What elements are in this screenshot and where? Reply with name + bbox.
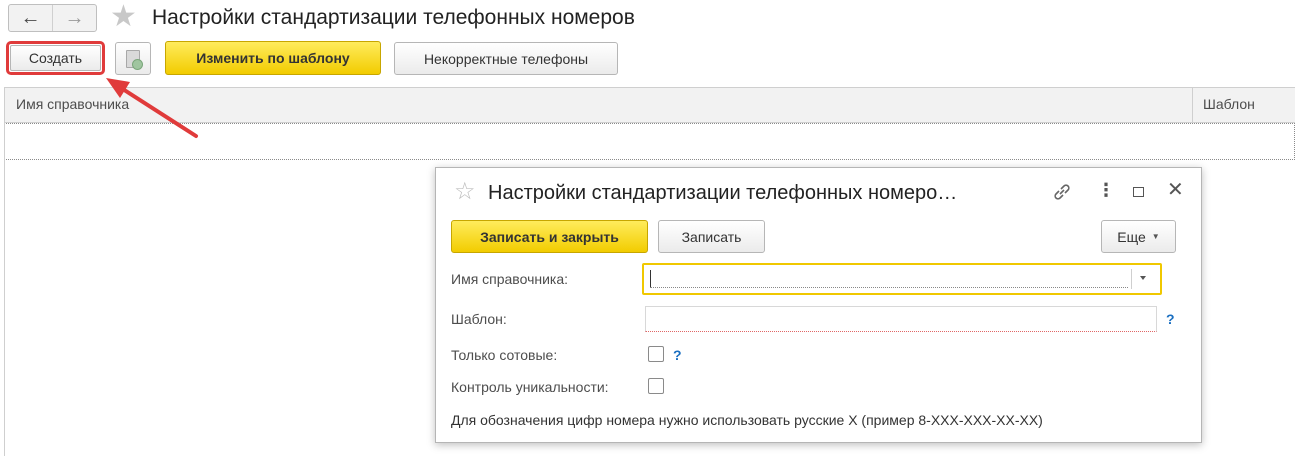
incorrect-phones-button[interactable]: Некорректные телефоны — [394, 42, 618, 75]
back-arrow-icon[interactable]: ← — [9, 5, 52, 31]
column-divider — [1192, 88, 1193, 123]
format-note: Для обозначения цифр номера нужно исполь… — [451, 412, 1043, 428]
copy-document-icon — [126, 49, 143, 70]
more-button-label: Еще — [1117, 228, 1146, 245]
uniqueness-label: Контроль уникальности: — [451, 379, 609, 395]
column-header-template[interactable]: Шаблон — [1203, 96, 1255, 112]
save-button[interactable]: Записать — [658, 220, 765, 253]
template-input[interactable] — [645, 306, 1157, 332]
page-title: Настройки стандартизации телефонных номе… — [152, 6, 635, 29]
save-and-close-button[interactable]: Записать и закрыть — [451, 220, 648, 253]
text-caret — [650, 270, 651, 287]
only-mobile-checkbox[interactable] — [648, 346, 664, 362]
chevron-down-icon: ▼ — [1151, 232, 1160, 241]
link-icon[interactable] — [1052, 183, 1072, 201]
dialog-favorite-star-icon[interactable]: ☆ — [454, 180, 476, 204]
dropdown-arrow-icon[interactable] — [1140, 276, 1146, 280]
nav-button-group: ← → — [8, 4, 97, 32]
template-label: Шаблон: — [451, 311, 507, 327]
annotation-arrow-icon — [106, 78, 198, 138]
uniqueness-checkbox[interactable] — [648, 378, 664, 394]
dropdown-separator — [1131, 269, 1132, 289]
settings-dialog — [435, 167, 1202, 443]
only-mobile-label: Только сотовые: — [451, 347, 558, 363]
create-button[interactable]: Создать — [10, 45, 101, 71]
favorite-star-icon[interactable]: ★ — [110, 2, 137, 32]
close-icon[interactable]: ✕ — [1167, 180, 1184, 200]
maximize-icon[interactable] — [1133, 187, 1144, 197]
forward-arrow-icon[interactable]: → — [52, 5, 96, 31]
template-help-icon[interactable]: ? — [1166, 311, 1175, 327]
list-left-border — [4, 87, 5, 456]
more-button[interactable]: Еще ▼ — [1101, 220, 1176, 253]
dialog-more-actions-icon[interactable]: ⋮ — [1097, 181, 1115, 199]
directory-name-label: Имя справочника: — [451, 271, 569, 287]
only-mobile-help-icon[interactable]: ? — [673, 347, 682, 363]
directory-name-input[interactable] — [642, 263, 1162, 295]
directory-name-underline — [650, 287, 1128, 288]
dialog-title: Настройки стандартизации телефонных номе… — [488, 182, 958, 204]
